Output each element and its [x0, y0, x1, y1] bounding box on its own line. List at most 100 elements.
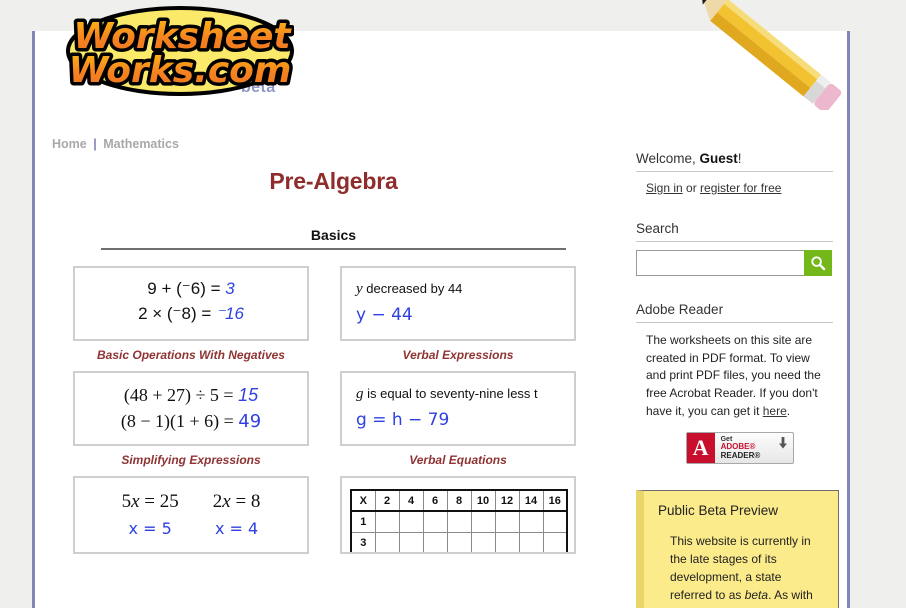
worksheet-cell: g is equal to seventy-nine less t g = h … [322, 371, 609, 467]
worksheet-prompt: y decreased by 44 [342, 277, 574, 298]
worksheet-cell: 5x = 25 x = 5 2x = 8 x = 4 [35, 476, 322, 554]
breadcrumb-current: Mathematics [103, 137, 179, 151]
table-cell [446, 531, 472, 552]
main-column: Home | Mathematics Pre-Algebra Basics 9 … [35, 119, 632, 608]
logo-text-line2: Works.com [69, 50, 292, 91]
variable: x [222, 491, 231, 512]
equation-answer: x = 5 [128, 519, 172, 538]
worksheet-caption[interactable]: Basic Operations With Negatives [73, 348, 309, 362]
worksheet-answer: g = h − 79 [356, 410, 450, 430]
page-root: Home About Copyright FAQ Contact Workshe… [0, 0, 906, 608]
equation-answer: 49 [238, 411, 262, 433]
table-cell [494, 531, 520, 552]
worksheet-caption[interactable]: Simplifying Expressions [73, 453, 309, 467]
search-icon [811, 256, 826, 271]
table-cell [374, 531, 400, 552]
equation-question: 5x = 25 [122, 491, 179, 513]
worksheet-line-2: 2 × (⁻8) = ⁻16 [75, 302, 307, 327]
table-header-cell: 4 [398, 489, 424, 512]
adobe-badge-reader: READER® [720, 450, 761, 460]
beta-text-emphasis: beta [744, 588, 769, 603]
worksheet-line-1: (48 + 27) ÷ 5 = 15 [75, 382, 307, 408]
adobe-here-link[interactable]: here [763, 404, 787, 418]
welcome-suffix: ! [737, 151, 742, 166]
equation-question: 2x = 8 [213, 491, 261, 513]
worksheet-cell: (48 + 27) ÷ 5 = 15 (8 − 1)(1 + 6) = 49 S… [35, 371, 322, 467]
coefficient: 2 [212, 491, 223, 512]
worksheet-cell: X 2 4 6 8 10 12 14 16 1 3 [322, 476, 609, 554]
beta-box-text: This website is currently in the late st… [670, 532, 826, 608]
table-cell [542, 510, 568, 533]
worksheet-caption[interactable]: Verbal Equations [340, 453, 576, 467]
table-header-cell: 16 [542, 489, 568, 512]
worksheet-row: 5x = 25 x = 5 2x = 8 x = 4 X 2 4 6 8 10 … [35, 476, 632, 563]
table-cell [422, 510, 448, 533]
worksheet-prompt: g is equal to seventy-nine less t [342, 382, 574, 403]
table-cell [518, 510, 544, 533]
pencil-icon [672, 0, 862, 113]
prompt-text: is equal to seventy-nine less t [363, 386, 538, 401]
table-cell [398, 531, 424, 552]
multiplication-grid: X 2 4 6 8 10 12 14 16 1 3 [350, 489, 568, 552]
register-link[interactable]: register for free [700, 181, 781, 195]
equation-answer: 3 [225, 279, 235, 298]
breadcrumb-home[interactable]: Home [52, 137, 87, 151]
worksheet-thumb-multiplication-table[interactable]: X 2 4 6 8 10 12 14 16 1 3 [340, 476, 576, 554]
table-cell [422, 531, 448, 552]
welcome-heading: Welcome, Guest! [636, 151, 833, 172]
table-header-cell: 10 [470, 489, 496, 512]
coefficient: 5 [121, 491, 132, 512]
worksheet-answer: y − 44 [356, 305, 413, 325]
table-row-label: 3 [350, 531, 376, 552]
two-equation-group: 5x = 25 x = 5 2x = 8 x = 4 [75, 487, 307, 538]
worksheet-caption[interactable]: Verbal Expressions [340, 348, 576, 362]
site-logo[interactable]: Worksheet Worksheet Works.com Works.com [65, 4, 296, 98]
search-input[interactable] [636, 250, 804, 276]
table-cell [470, 531, 496, 552]
equation-answer: 15 [238, 385, 259, 405]
equation-question: 2 × (⁻8) = [138, 303, 212, 323]
worksheet-row: (48 + 27) ÷ 5 = 15 (8 − 1)(1 + 6) = 49 S… [35, 371, 632, 476]
section-heading-basics: Basics [101, 227, 566, 250]
welcome-prefix: Welcome, [636, 151, 700, 166]
worksheet-thumb-verbal-expressions[interactable]: y decreased by 44 y − 44 [340, 266, 576, 341]
table-cell [470, 510, 496, 533]
equation-rest: = 25 [139, 491, 179, 512]
table-header-cell: 12 [494, 489, 520, 512]
worksheet-cell: y decreased by 44 y − 44 Verbal Expressi… [322, 266, 609, 362]
get-adobe-reader-badge[interactable]: A Get ADOBE® READER® [685, 432, 794, 465]
worksheet-thumb-verbal-equations[interactable]: g is equal to seventy-nine less t g = h … [340, 371, 576, 446]
worksheet-thumb-basic-operations[interactable]: 9 + (⁻6) = 3 2 × (⁻8) = ⁻16 [73, 266, 309, 341]
variable: x [131, 491, 140, 512]
equation-rest: = 8 [230, 491, 261, 512]
table-cell [446, 510, 472, 533]
sign-in-link[interactable]: Sign in [646, 181, 683, 195]
prompt-variable: y [356, 281, 363, 297]
equation-question: (8 − 1)(1 + 6) = [120, 411, 234, 432]
worksheet-thumb-simplifying-expressions[interactable]: (48 + 27) ÷ 5 = 15 (8 − 1)(1 + 6) = 49 [73, 371, 309, 446]
table-header-cell: 2 [374, 489, 400, 512]
adobe-text-before: The worksheets on this site are created … [646, 333, 821, 418]
download-arrow-icon [778, 437, 787, 449]
adobe-reader-heading: Adobe Reader [636, 302, 833, 323]
equation-column-right: 2x = 8 x = 4 [213, 491, 261, 538]
welcome-username: Guest [699, 151, 738, 166]
worksheet-grid: 9 + (⁻6) = 3 2 × (⁻8) = ⁻16 Basic Operat… [35, 266, 632, 563]
adobe-reader-block: Adobe Reader The worksheets on this site… [632, 302, 847, 465]
search-form [636, 250, 832, 276]
auth-or-label: or [682, 181, 701, 195]
sidebar: Welcome, Guest! Sign in or register for … [632, 119, 847, 608]
page-title: Pre-Algebra [269, 168, 398, 194]
search-block: Search [632, 221, 847, 276]
adobe-reader-text: The worksheets on this site are created … [646, 332, 833, 420]
worksheet-thumb-one-step-equations[interactable]: 5x = 25 x = 5 2x = 8 x = 4 [73, 476, 309, 554]
table-cell [494, 510, 520, 533]
worksheet-line-2: (8 − 1)(1 + 6) = 49 [75, 408, 307, 435]
search-button[interactable] [804, 250, 832, 276]
equation-question: (48 + 27) ÷ 5 = [123, 385, 234, 405]
equation-answer: ⁻16 [216, 303, 244, 323]
adobe-text-after: . [786, 403, 791, 418]
table-row: 3 [350, 531, 568, 552]
table-header-cell: 14 [518, 489, 544, 512]
worksheet-line-1: 9 + (⁻6) = 3 [75, 277, 307, 302]
